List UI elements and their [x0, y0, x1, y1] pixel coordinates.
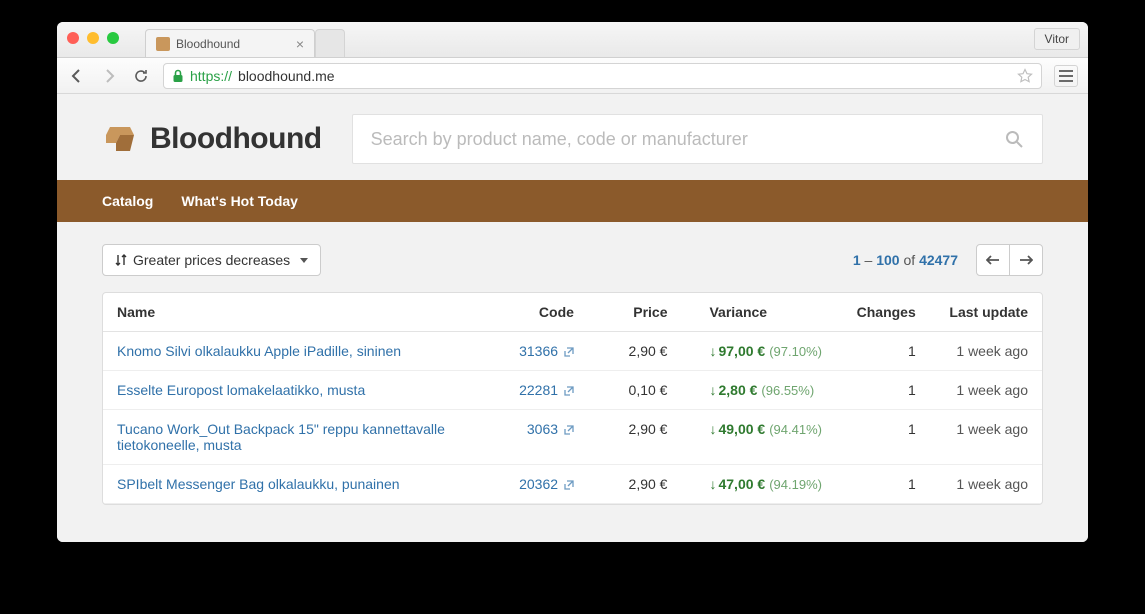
- prev-page-button[interactable]: [976, 244, 1010, 276]
- cell-variance: ↓2,80 €(96.55%): [681, 371, 835, 410]
- url-domain: bloodhound.me: [238, 68, 335, 84]
- cell-updated: 1 week ago: [930, 465, 1042, 504]
- cell-price: 2,90 €: [588, 410, 682, 465]
- table-row: Tucano Work_Out Backpack 15" reppu kanne…: [103, 410, 1042, 465]
- arrow-down-icon: ↓: [709, 476, 716, 492]
- search-icon[interactable]: [1004, 129, 1024, 149]
- pagination: 1 – 100 of 42477: [853, 244, 1043, 276]
- reload-button[interactable]: [131, 66, 151, 86]
- maximize-window-button[interactable]: [107, 32, 119, 44]
- range-of: of: [903, 252, 915, 268]
- pagination-range: 1 – 100 of 42477: [853, 252, 958, 268]
- address-bar[interactable]: https:// bloodhound.me: [163, 63, 1042, 89]
- caret-down-icon: [300, 258, 308, 263]
- close-tab-icon[interactable]: ×: [296, 37, 304, 51]
- cell-changes: 1: [836, 371, 930, 410]
- product-code-link[interactable]: 3063: [527, 421, 574, 437]
- cell-changes: 1: [836, 465, 930, 504]
- next-page-button[interactable]: [1009, 244, 1043, 276]
- back-button[interactable]: [67, 66, 87, 86]
- nav-whats-hot[interactable]: What's Hot Today: [181, 193, 298, 209]
- product-name-link[interactable]: Tucano Work_Out Backpack 15" reppu kanne…: [117, 421, 445, 453]
- sort-label: Greater prices decreases: [133, 252, 290, 268]
- arrow-down-icon: ↓: [709, 382, 716, 398]
- sort-dropdown[interactable]: Greater prices decreases: [102, 244, 321, 276]
- col-changes: Changes: [836, 293, 930, 332]
- cell-changes: 1: [836, 410, 930, 465]
- product-code-link[interactable]: 31366: [519, 343, 574, 359]
- cell-variance: ↓97,00 €(97.10%): [681, 332, 835, 371]
- close-window-button[interactable]: [67, 32, 79, 44]
- search-input[interactable]: [371, 129, 1004, 150]
- table-row: SPIbelt Messenger Bag olkalaukku, punain…: [103, 465, 1042, 504]
- product-name-link[interactable]: Knomo Silvi olkalaukku Apple iPadille, s…: [117, 343, 401, 359]
- col-price: Price: [588, 293, 682, 332]
- range-total: 42477: [919, 252, 958, 268]
- product-name-link[interactable]: SPIbelt Messenger Bag olkalaukku, punain…: [117, 476, 400, 492]
- product-code-link[interactable]: 20362: [519, 476, 574, 492]
- titlebar: Bloodhound × Vitor: [57, 22, 1088, 58]
- lock-icon: [172, 69, 184, 83]
- cell-price: 0,10 €: [588, 371, 682, 410]
- sort-icon: [115, 254, 127, 266]
- product-name-link[interactable]: Esselte Europost lomakelaatikko, musta: [117, 382, 365, 398]
- cell-updated: 1 week ago: [930, 410, 1042, 465]
- cell-variance: ↓49,00 €(94.41%): [681, 410, 835, 465]
- col-code: Code: [494, 293, 588, 332]
- cell-price: 2,90 €: [588, 465, 682, 504]
- table-row: Esselte Europost lomakelaatikko, musta 22…: [103, 371, 1042, 410]
- new-tab-button[interactable]: [315, 29, 345, 57]
- cell-changes: 1: [836, 332, 930, 371]
- browser-menu-button[interactable]: [1054, 65, 1078, 87]
- logo-icon: [102, 121, 138, 157]
- cell-variance: ↓47,00 €(94.19%): [681, 465, 835, 504]
- site-title: Bloodhound: [150, 122, 322, 156]
- table-row: Knomo Silvi olkalaukku Apple iPadille, s…: [103, 332, 1042, 371]
- range-end: 100: [876, 252, 899, 268]
- cell-price: 2,90 €: [588, 332, 682, 371]
- col-last-update: Last update: [930, 293, 1042, 332]
- arrow-left-icon: [986, 254, 1000, 266]
- tab-strip: Bloodhound ×: [145, 22, 345, 57]
- minimize-window-button[interactable]: [87, 32, 99, 44]
- browser-toolbar: https:// bloodhound.me: [57, 58, 1088, 94]
- browser-window: Bloodhound × Vitor https:// bloodhound.me: [57, 22, 1088, 542]
- pager-buttons: [976, 244, 1043, 276]
- range-start: 1: [853, 252, 861, 268]
- primary-nav: Catalog What's Hot Today: [57, 180, 1088, 222]
- product-code-link[interactable]: 22281: [519, 382, 574, 398]
- profile-chip[interactable]: Vitor: [1034, 28, 1080, 50]
- tab-title: Bloodhound: [176, 37, 240, 51]
- forward-button[interactable]: [99, 66, 119, 86]
- window-controls: [67, 32, 119, 44]
- logo[interactable]: Bloodhound: [102, 121, 322, 157]
- tab-bloodhound[interactable]: Bloodhound ×: [145, 29, 315, 57]
- table-header-row: Name Code Price Variance Changes Last up…: [103, 293, 1042, 332]
- page-content: Bloodhound Catalog What's Hot Today Grea…: [57, 94, 1088, 542]
- arrow-down-icon: ↓: [709, 343, 716, 359]
- bookmark-star-icon[interactable]: [1017, 68, 1033, 84]
- results-table: Name Code Price Variance Changes Last up…: [102, 292, 1043, 505]
- site-header: Bloodhound: [57, 94, 1088, 180]
- arrow-down-icon: ↓: [709, 421, 716, 437]
- cell-updated: 1 week ago: [930, 371, 1042, 410]
- col-variance: Variance: [681, 293, 835, 332]
- cell-updated: 1 week ago: [930, 332, 1042, 371]
- arrow-right-icon: [1019, 254, 1033, 266]
- nav-catalog[interactable]: Catalog: [102, 193, 153, 209]
- search-box[interactable]: [352, 114, 1043, 164]
- list-controls: Greater prices decreases 1 – 100 of 4247…: [57, 222, 1088, 286]
- favicon: [156, 37, 170, 51]
- col-name: Name: [103, 293, 494, 332]
- url-protocol: https://: [190, 68, 232, 84]
